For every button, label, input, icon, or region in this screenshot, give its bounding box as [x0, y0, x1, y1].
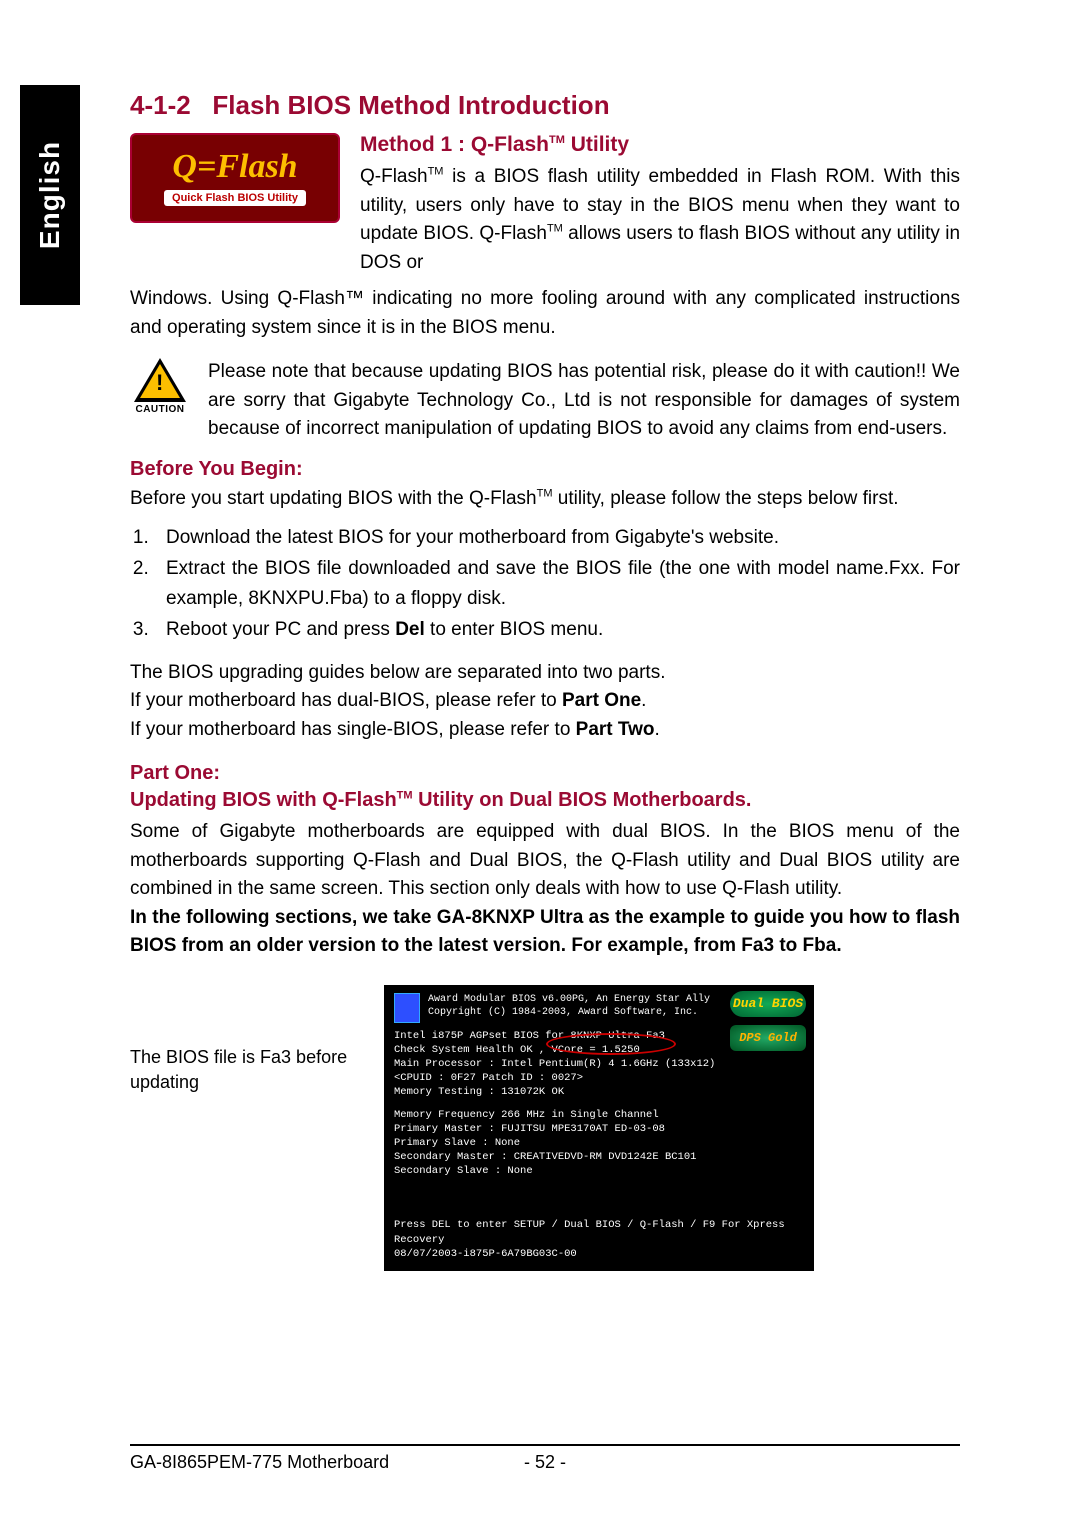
energy-star-icon — [394, 993, 420, 1023]
tm-mark: TM — [397, 790, 413, 802]
part-one-ref: Part One — [562, 690, 641, 711]
caution-icon: ! CAUTION — [130, 358, 190, 415]
qflash-logo: Q=Flash Quick Flash BIOS Utility — [130, 133, 340, 223]
bios-line: Press DEL to enter SETUP / Dual BIOS / Q… — [394, 1218, 804, 1246]
post-steps-3: If your motherboard has single-BIOS, ple… — [130, 716, 960, 745]
dual-bios-badge: Dual BIOS — [730, 991, 806, 1017]
part-one-heading: Part One: — [130, 762, 960, 785]
part-one-bold-note: In the following sections, we take GA-8K… — [130, 904, 960, 961]
bios-line: 08/07/2003-i875P-6A79BG03C-00 — [394, 1247, 804, 1261]
post-steps-2: If your motherboard has dual-BIOS, pleas… — [130, 687, 960, 716]
text: If your motherboard has dual-BIOS, pleas… — [130, 690, 562, 711]
bios-line: Main Processor : Intel Pentium(R) 4 1.6G… — [394, 1057, 804, 1071]
bios-line: Memory Frequency 266 MHz in Single Chann… — [394, 1108, 804, 1122]
before-begin-heading: Before You Begin: — [130, 458, 960, 481]
method1-para-bottom: Windows. Using Q-Flash™ indicating no mo… — [130, 285, 960, 342]
part-one-subheading: Updating BIOS with Q-FlashTM Utility on … — [130, 789, 960, 812]
method1-para-top: Q-FlashTM is a BIOS flash utility embedd… — [360, 163, 960, 277]
bios-line: <CPUID : 0F27 Patch ID : 0027> — [394, 1071, 804, 1085]
text: utility, please follow the steps below f… — [552, 488, 898, 509]
part-two-ref: Part Two — [576, 719, 655, 740]
before-begin-intro: Before you start updating BIOS with the … — [130, 485, 960, 514]
caution-label: CAUTION — [135, 404, 184, 415]
bios-line: Award Modular BIOS v6.00PG, An Energy St… — [428, 993, 710, 1006]
bios-line: Memory Testing : 131072K OK — [394, 1085, 804, 1099]
tm-mark: TM — [537, 487, 553, 499]
bios-screenshot: Dual BIOS DPS Gold Award Modular BIOS v6… — [384, 985, 814, 1271]
step-item: Download the latest BIOS for your mother… — [154, 523, 960, 552]
bios-line: Secondary Master : CREATIVEDVD-RM DVD124… — [394, 1150, 804, 1164]
section-heading: 4-1-2 Flash BIOS Method Introduction — [130, 90, 960, 121]
tm-mark: TM — [428, 166, 444, 178]
page-footer: GA-8I865PEM-775 Motherboard - 52 - — [130, 1444, 960, 1473]
bios-line: Secondary Slave : None — [394, 1164, 804, 1178]
bios-line: Primary Slave : None — [394, 1136, 804, 1150]
step-item: Reboot your PC and press Del to enter BI… — [154, 615, 960, 644]
bios-line: Copyright (C) 1984-2003, Award Software,… — [428, 1006, 710, 1019]
text: Before you start updating BIOS with the … — [130, 488, 537, 509]
language-tab-label: English — [34, 141, 66, 249]
qflash-logo-main: Q=Flash — [172, 150, 297, 184]
tm-mark: TM — [549, 134, 565, 146]
post-steps-1: The BIOS upgrading guides below are sepa… — [130, 659, 960, 688]
footer-page-number: - 52 - — [130, 1452, 960, 1473]
text: Updating BIOS with Q-Flash — [130, 789, 397, 811]
dps-gold-badge: DPS Gold — [730, 1025, 806, 1051]
step-item: Extract the BIOS file downloaded and sav… — [154, 554, 960, 613]
method1-title-prefix: Method 1 : Q-Flash — [360, 133, 549, 156]
steps-list: Download the latest BIOS for your mother… — [154, 523, 960, 645]
section-title-text: Flash BIOS Method Introduction — [212, 90, 609, 120]
language-tab: English — [20, 85, 80, 305]
text: Utility on Dual BIOS Motherboards. — [413, 789, 752, 811]
text: Q-Flash — [360, 166, 428, 187]
qflash-logo-sub: Quick Flash BIOS Utility — [164, 190, 306, 206]
section-number: 4-1-2 — [130, 90, 191, 120]
part-one-para: Some of Gigabyte motherboards are equipp… — [130, 818, 960, 904]
method1-title: Method 1 : Q-FlashTM Utility — [360, 133, 960, 157]
bios-line: Primary Master : FUJITSU MPE3170AT ED-03… — [394, 1122, 804, 1136]
tm-mark: TM — [547, 223, 563, 235]
caution-text: Please note that because updating BIOS h… — [208, 358, 960, 444]
bios-header-text: Award Modular BIOS v6.00PG, An Energy St… — [428, 993, 710, 1019]
method1-title-suffix: Utility — [565, 133, 629, 156]
text: If your motherboard has single-BIOS, ple… — [130, 719, 576, 740]
bios-caption: The BIOS file is Fa3 before updating — [130, 985, 350, 1095]
